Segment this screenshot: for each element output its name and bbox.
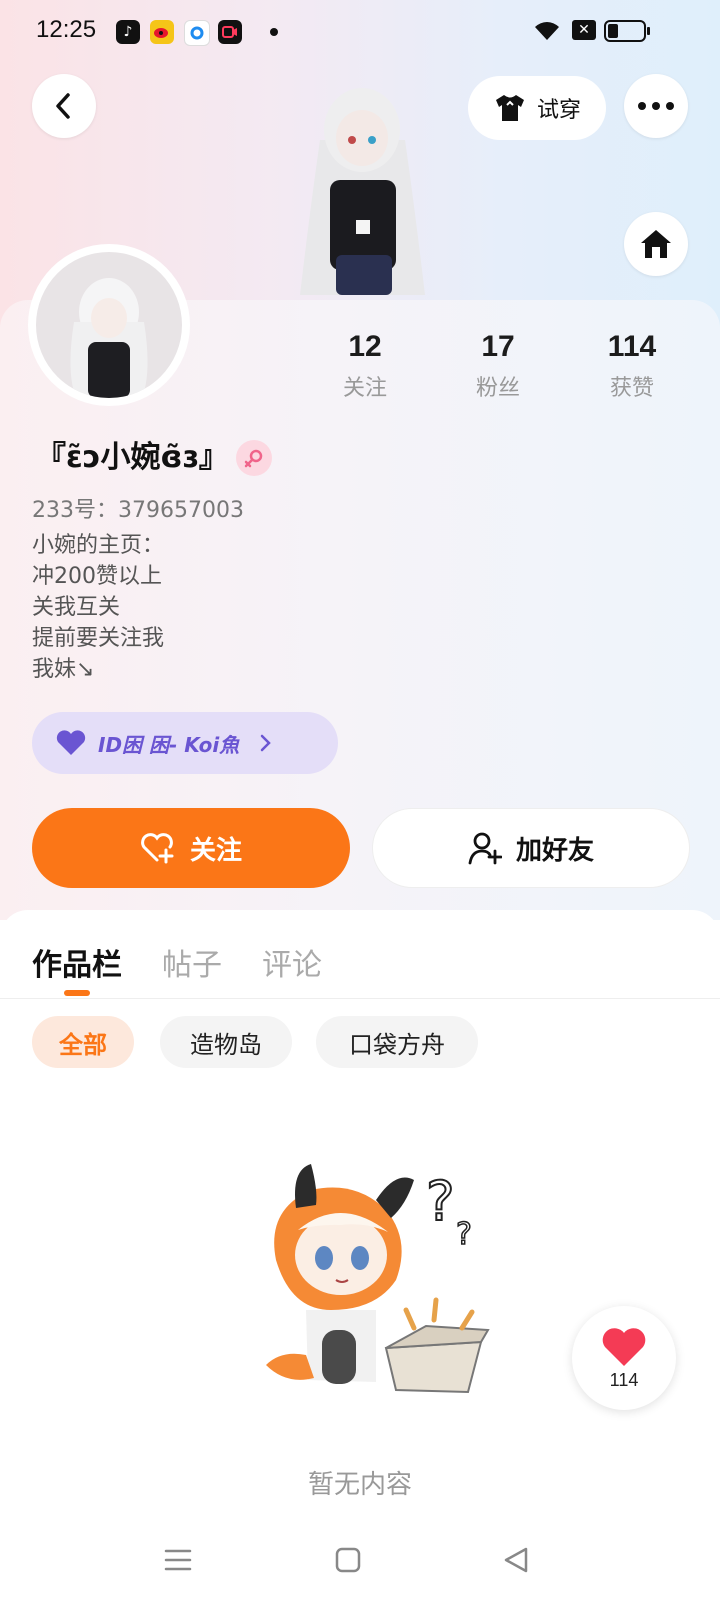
stat-likes[interactable]: 114 获赞 xyxy=(587,330,677,402)
square-icon xyxy=(335,1547,361,1573)
qq-browser-icon xyxy=(184,20,210,46)
relation-badge[interactable]: ID困 困- Koi魚 xyxy=(32,712,338,774)
data-saver-icon: ✕ xyxy=(572,20,596,40)
svg-text:?: ? xyxy=(456,1217,472,1252)
stat-following[interactable]: 12 关注 xyxy=(320,330,410,402)
home-nav-button[interactable] xyxy=(328,1540,368,1580)
stat-followers[interactable]: 17 粉丝 xyxy=(453,330,543,402)
empty-state-text: 暂无内容 xyxy=(307,1470,412,1500)
menu-icon xyxy=(164,1549,192,1571)
home-button[interactable] xyxy=(624,212,688,276)
chevron-left-icon xyxy=(56,93,70,119)
chevron-right-icon xyxy=(261,734,272,752)
like-floating-button[interactable]: 114 xyxy=(572,1306,676,1410)
follow-label: 关注 xyxy=(189,835,242,866)
stat-followers-count: 17 xyxy=(481,330,515,363)
bio-line: 冲200赞以上 xyxy=(32,564,162,589)
user-id-value: 379657003 xyxy=(118,498,244,523)
heart-plus-icon xyxy=(141,833,174,864)
stat-likes-label: 获赞 xyxy=(609,376,654,401)
stat-following-count: 12 xyxy=(348,330,382,363)
bio-line: 提前要关注我 xyxy=(32,626,165,651)
more-dots-icon xyxy=(638,102,674,110)
heart-icon xyxy=(56,730,86,755)
weibo-icon xyxy=(150,20,174,44)
stat-following-label: 关注 xyxy=(342,376,387,401)
video-icon xyxy=(218,20,242,44)
battery-icon xyxy=(604,20,652,46)
active-tab-indicator xyxy=(64,990,90,996)
status-time: 12:25 xyxy=(36,16,97,43)
stat-followers-label: 粉丝 xyxy=(475,376,520,401)
back-button[interactable] xyxy=(32,74,96,138)
tab-comments[interactable]: 评论 xyxy=(262,940,322,984)
home-icon xyxy=(641,230,671,258)
avatar[interactable] xyxy=(32,248,186,402)
profile-name: 『ɛ̃ɔ小婉ɞ̃ɜ』 xyxy=(36,440,229,475)
user-id-label: 233号： xyxy=(32,498,118,523)
like-count: 114 xyxy=(609,1369,639,1390)
filter-chip-all[interactable]: 全部 xyxy=(32,1016,134,1068)
heart-icon xyxy=(602,1327,646,1366)
back-nav-button[interactable] xyxy=(496,1540,536,1580)
empty-state-illustration: ? ? xyxy=(236,1150,506,1420)
tshirt-icon xyxy=(495,95,524,121)
relation-badge-text: ID困 困- Koi魚 xyxy=(98,732,240,757)
status-bar: 12:25 ♪ ✕ xyxy=(0,0,720,64)
avatar-image xyxy=(36,252,182,398)
try-on-label: 试穿 xyxy=(536,98,581,123)
tab-posts[interactable]: 帖子 xyxy=(162,940,222,984)
add-user-icon xyxy=(468,832,502,865)
female-icon xyxy=(236,440,272,476)
follow-button[interactable]: 关注 xyxy=(32,808,350,888)
user-id[interactable]: 233号：379657003 xyxy=(32,492,244,524)
try-on-button[interactable]: 试穿 xyxy=(468,76,606,140)
wifi-icon xyxy=(532,18,562,46)
more-button[interactable] xyxy=(624,74,688,138)
tab-works[interactable]: 作品栏 xyxy=(32,940,122,984)
tiktok-icon: ♪ xyxy=(116,20,140,44)
add-friend-label: 加好友 xyxy=(515,835,594,866)
profile-bio: 小婉的主页： 冲200赞以上 关我互关 提前要关注我 我妹↘ xyxy=(32,530,164,685)
bio-line: 关我互关 xyxy=(32,595,121,620)
filter-chip-pocket-ark[interactable]: 口袋方舟 xyxy=(316,1016,478,1068)
add-friend-button[interactable]: 加好友 xyxy=(372,808,690,888)
menu-nav-button[interactable] xyxy=(158,1540,198,1580)
bio-line: 小婉的主页： xyxy=(32,533,165,558)
tabs-divider xyxy=(0,998,720,999)
filter-chip-creation-island[interactable]: 造物岛 xyxy=(160,1016,292,1068)
notification-dot xyxy=(270,28,278,36)
bio-line: 我妹↘ xyxy=(32,657,95,682)
3d-avatar-figure[interactable] xyxy=(290,80,435,300)
triangle-back-icon xyxy=(504,1547,528,1573)
svg-text:?: ? xyxy=(426,1170,455,1233)
stat-likes-count: 114 xyxy=(607,330,657,363)
